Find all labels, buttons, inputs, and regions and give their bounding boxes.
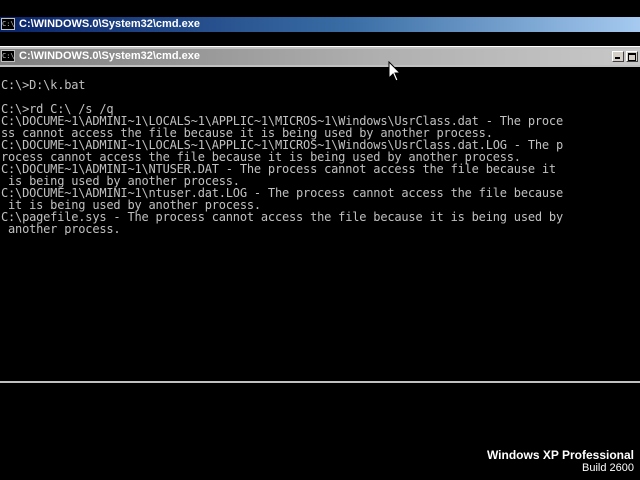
background-window-title: C:\WINDOWS.0\System32\cmd.exe <box>19 18 200 30</box>
console-text: C:\>D:\k.bat C:\>rd C:\ /s /q C:\DOCUME~1\… <box>0 67 640 235</box>
cmd-window-titlebar[interactable]: C:\ C:\WINDOWS.0\System32\cmd.exe <box>0 49 640 65</box>
cmd-window[interactable]: C:\ C:\WINDOWS.0\System32\cmd.exe C:\>D:… <box>0 46 640 383</box>
watermark-build: Build 2600 <box>582 462 634 474</box>
console-output[interactable]: C:\>D:\k.bat C:\>rd C:\ /s /q C:\DOCUME~1\… <box>0 67 640 381</box>
os-watermark: Windows XP Professional Build 2600 <box>487 448 634 475</box>
window-title: C:\WINDOWS.0\System32\cmd.exe <box>19 50 200 62</box>
cmd-icon: C:\ <box>1 18 15 30</box>
console-line: another process. <box>1 222 121 235</box>
maximize-icon[interactable] <box>626 51 638 62</box>
mouse-cursor-icon <box>388 61 402 82</box>
watermark-title: Windows XP Professional <box>486 448 634 462</box>
console-line: C:\>D:\k.bat <box>1 78 86 92</box>
cmd-icon: C:\ <box>1 50 15 62</box>
window-controls <box>612 51 638 63</box>
minimize-icon[interactable] <box>612 51 624 62</box>
desktop: C:\ C:\WINDOWS.0\System32\cmd.exe C:\ C:… <box>0 0 640 480</box>
background-cmd-window-titlebar[interactable]: C:\ C:\WINDOWS.0\System32\cmd.exe <box>0 17 640 32</box>
